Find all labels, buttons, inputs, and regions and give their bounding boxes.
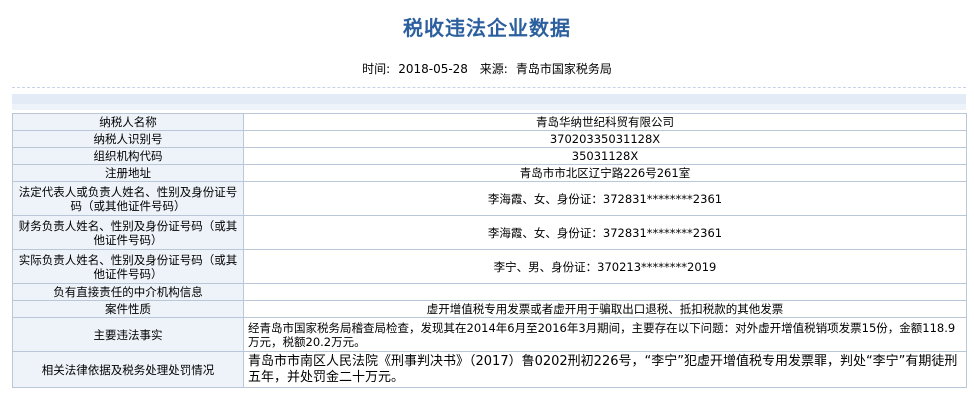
table-row: 财务负责人姓名、性别及身份证号码（或其他证件号码） 李海霞、女、身份证：3728… xyxy=(12,215,967,250)
row-value: 青岛市市南区人民法院《刑事判决书》（2017）鲁0202刑初226号，“李宁”犯… xyxy=(243,351,967,388)
header-divider xyxy=(12,87,966,88)
row-value: 35031128X xyxy=(243,147,967,165)
row-label: 实际负责人姓名、性别及身份证号码（或其他证件号码） xyxy=(12,249,244,284)
row-value: 经青岛市国家税务局稽查局检查，发现其在2014年6月至2016年3月期间，主要存… xyxy=(243,317,967,352)
time-label: 时间: xyxy=(362,62,391,76)
row-label: 组织机构代码 xyxy=(12,147,244,165)
table-row: 案件性质 虚开增值税专用发票或者虚开用于骗取出口退税、抵扣税款的其他发票 xyxy=(12,300,967,318)
row-value: 虚开增值税专用发票或者虚开用于骗取出口退税、抵扣税款的其他发票 xyxy=(243,300,967,318)
row-label: 主要违法事实 xyxy=(12,317,244,352)
row-value: 37020335031128X xyxy=(243,130,967,148)
table-row: 组织机构代码 35031128X xyxy=(12,147,967,165)
table-row: 纳税人名称 青岛华纳世纪科贸有限公司 xyxy=(12,113,967,131)
row-label: 注册地址 xyxy=(12,164,244,182)
row-label: 财务负责人姓名、性别及身份证号码（或其他证件号码） xyxy=(12,215,244,250)
tax-violation-table: 纳税人名称 青岛华纳世纪科贸有限公司 纳税人识别号 37020335031128… xyxy=(12,113,967,388)
time-value: 2018-05-28 xyxy=(398,62,468,76)
row-label: 案件性质 xyxy=(12,300,244,318)
table-row: 注册地址 青岛市市北区辽宁路226号261室 xyxy=(12,164,967,182)
row-label: 纳税人名称 xyxy=(12,113,244,131)
row-value: 李宁、男、身份证：370213********2019 xyxy=(243,249,967,284)
row-label: 负有直接责任的中介机构信息 xyxy=(12,283,244,301)
table-row: 法定代表人或负责人姓名、性别及身份证号码（或其他证件号码） 李海霞、女、身份证：… xyxy=(12,181,967,216)
page-title: 税收违法企业数据 xyxy=(403,16,571,40)
article-meta: 时间: 2018-05-28 来源: 青岛市国家税务局 xyxy=(0,60,974,77)
row-value xyxy=(243,283,967,301)
table-row: 实际负责人姓名、性别及身份证号码（或其他证件号码） 李宁、男、身份证：37021… xyxy=(12,249,967,284)
table-row: 相关法律依据及税务处理处罚情况 青岛市市南区人民法院《刑事判决书》（2017）鲁… xyxy=(12,351,967,388)
decorative-stripe xyxy=(12,104,966,110)
decorative-stripe xyxy=(12,94,966,104)
row-value: 李海霞、女、身份证：372831********2361 xyxy=(243,215,967,250)
table-row: 主要违法事实 经青岛市国家税务局稽查局检查，发现其在2014年6月至2016年3… xyxy=(12,317,967,352)
row-label: 纳税人识别号 xyxy=(12,130,244,148)
row-label: 法定代表人或负责人姓名、性别及身份证号码（或其他证件号码） xyxy=(12,181,244,216)
row-label: 相关法律依据及税务处理处罚情况 xyxy=(12,351,244,388)
source-label: 来源: xyxy=(479,62,508,76)
row-value: 青岛华纳世纪科贸有限公司 xyxy=(243,113,967,131)
table-row: 负有直接责任的中介机构信息 xyxy=(12,283,967,301)
row-value: 李海霞、女、身份证：372831********2361 xyxy=(243,181,967,216)
row-value: 青岛市市北区辽宁路226号261室 xyxy=(243,164,967,182)
source-value: 青岛市国家税务局 xyxy=(515,62,612,76)
table-row: 纳税人识别号 37020335031128X xyxy=(12,130,967,148)
